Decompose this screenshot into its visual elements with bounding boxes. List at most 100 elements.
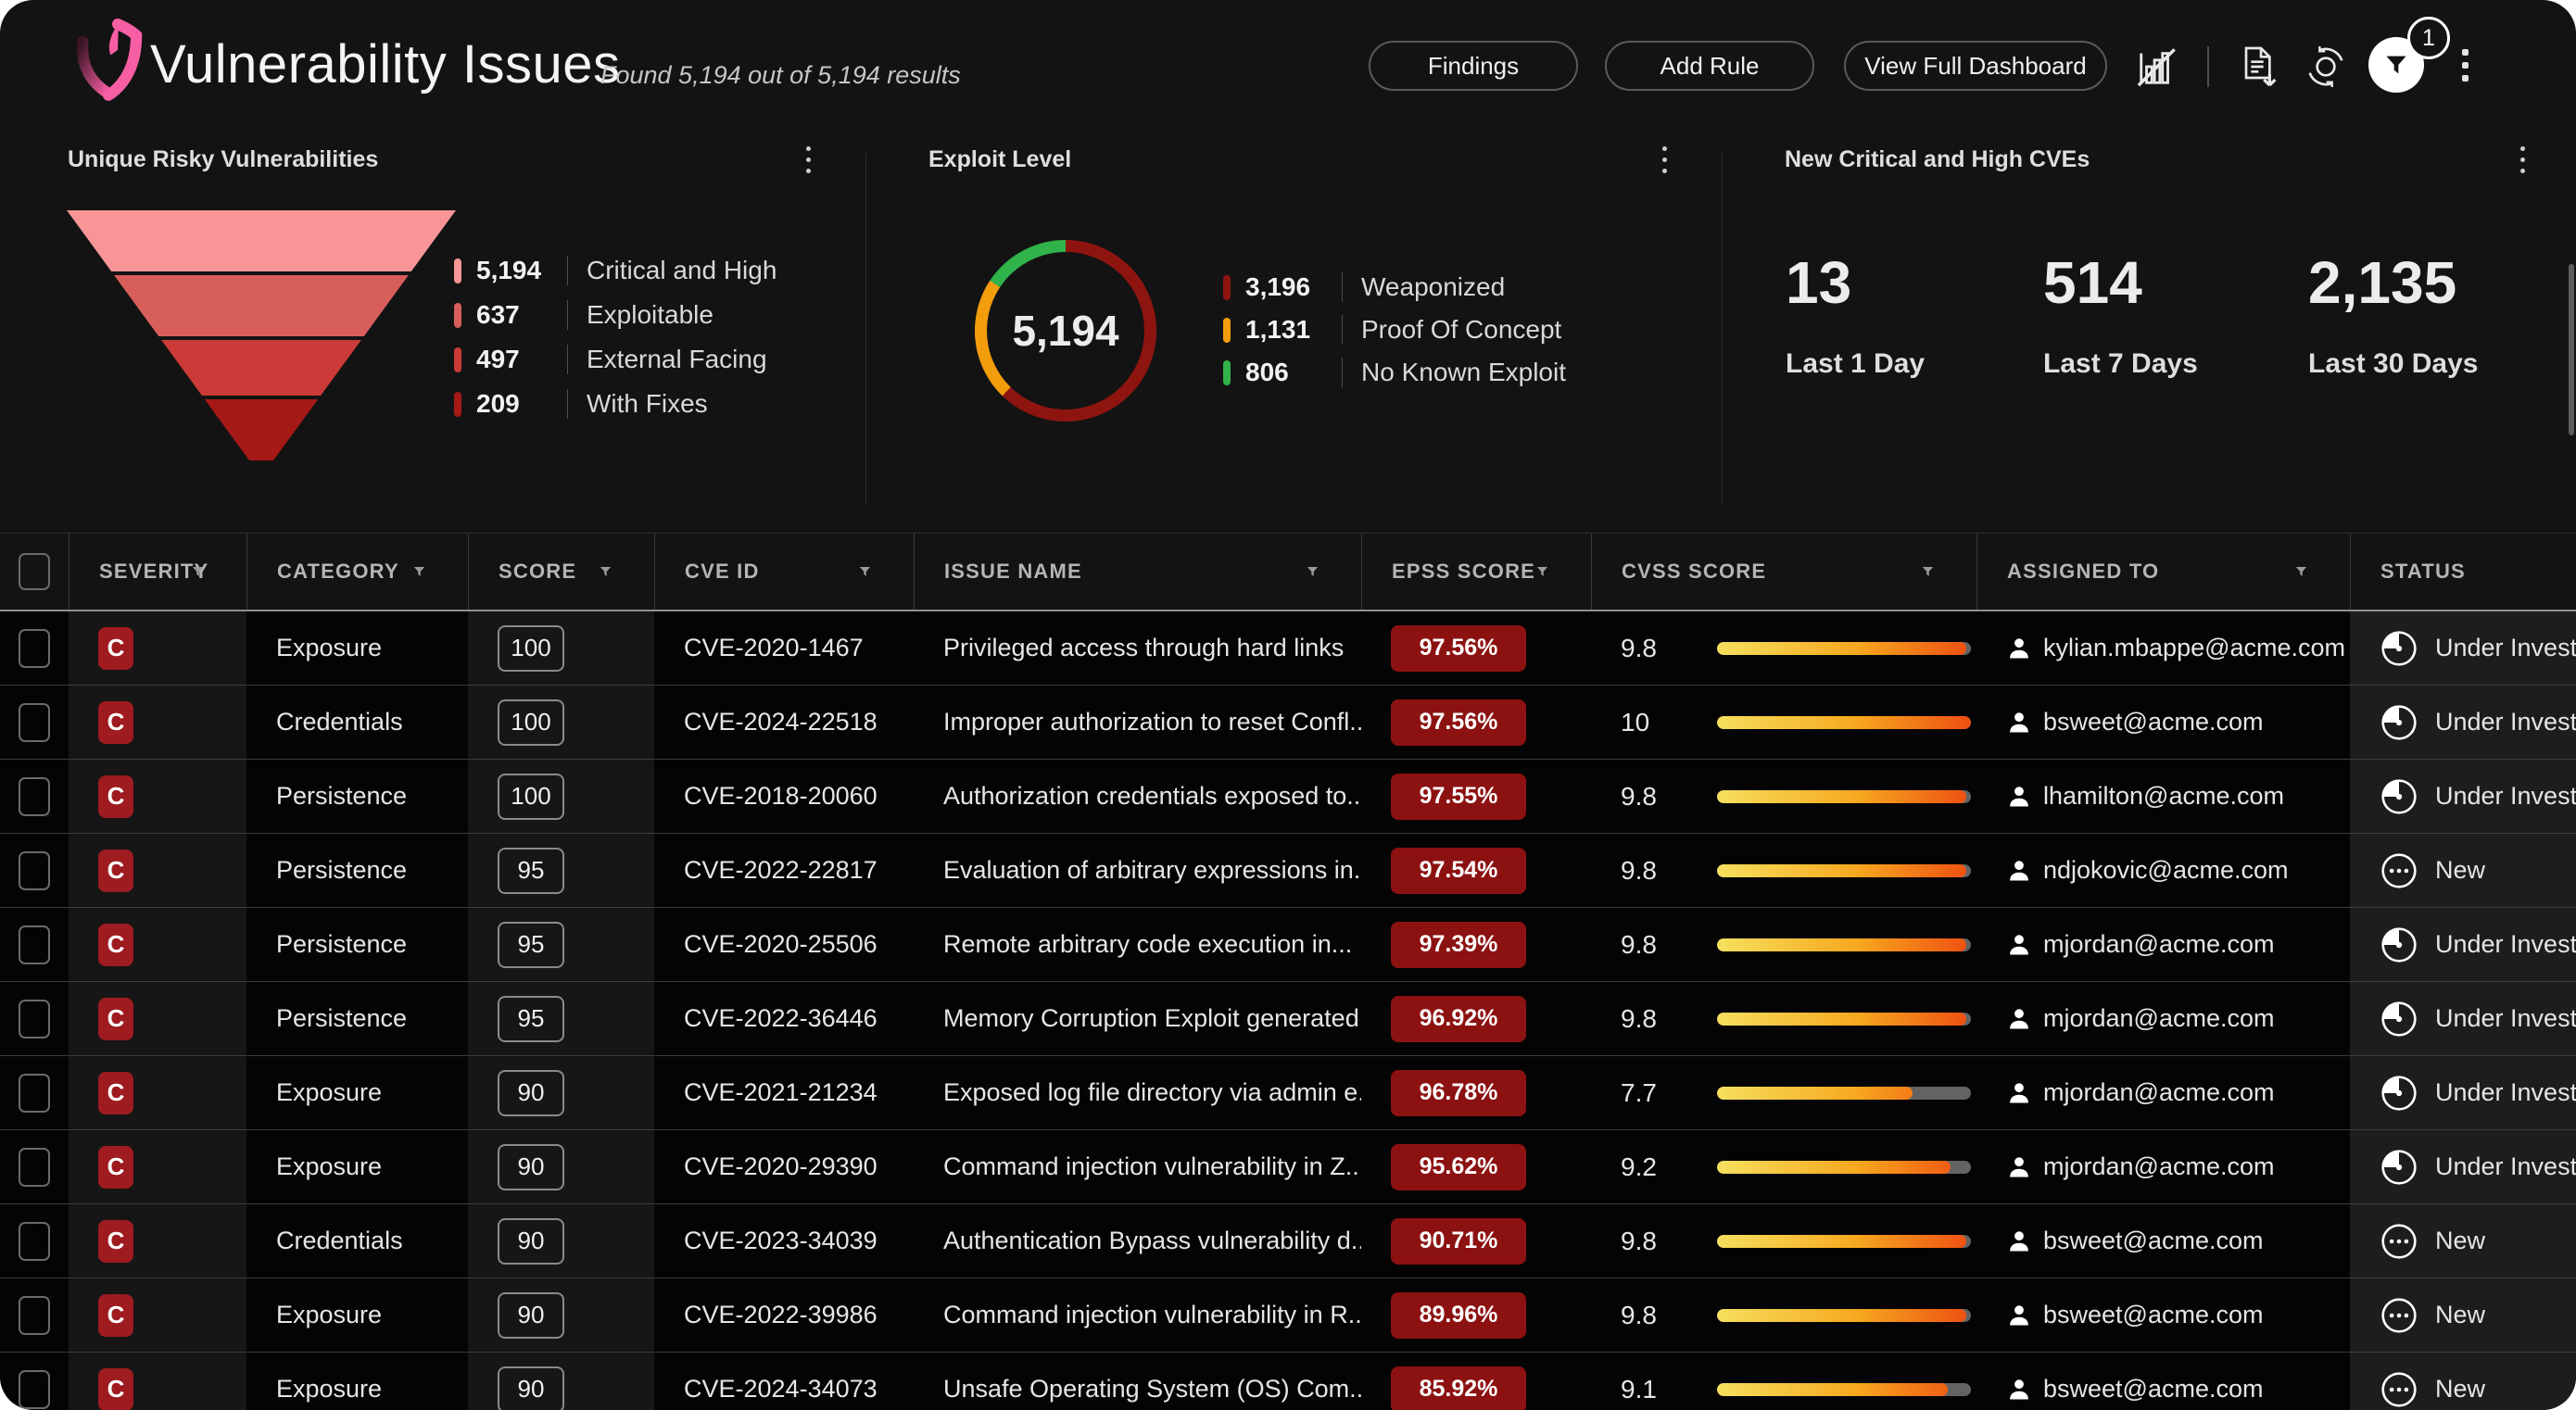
epss-score-badge: 96.92% (1391, 996, 1526, 1042)
kpi-value: 514 (2043, 248, 2198, 317)
cvss-score-bar (1717, 864, 1971, 877)
new-status-icon (2380, 1222, 2418, 1261)
row-checkbox[interactable] (19, 1000, 50, 1039)
add-rule-button[interactable]: Add Rule (1605, 41, 1814, 91)
column-header-cvss-score[interactable]: CVSS SCORE (1591, 534, 1976, 610)
vulnerability-dashboard: Vulnerability Issues Found 5,194 out of … (0, 0, 2576, 1410)
filter-icon[interactable] (1534, 565, 1550, 579)
exploit-panel-title: Exploit Level (928, 146, 1071, 173)
exploit-panel-menu[interactable] (1646, 139, 1683, 180)
epss-score-badge: 97.55% (1391, 774, 1526, 820)
filter-icon[interactable] (857, 565, 873, 579)
findings-button[interactable]: Findings (1369, 41, 1578, 91)
filter-icon[interactable] (1920, 565, 1936, 579)
cvss-score-cell: 9.8 (1591, 982, 1976, 1055)
column-header-score[interactable]: SCORE (468, 534, 654, 610)
status-cell: New (2350, 1204, 2576, 1278)
cve-id-label: CVE-2022-22817 (684, 856, 878, 885)
column-header-issue-name[interactable]: ISSUE NAME (914, 534, 1361, 610)
category-cell: Persistence (246, 760, 468, 833)
table-body: C Exposure 100 CVE-2020-1467 Privileged … (0, 611, 2576, 1410)
cves-panel-menu[interactable] (2504, 139, 2541, 180)
cve-id-label: CVE-2022-39986 (684, 1301, 878, 1329)
legend-divider (567, 389, 568, 419)
row-checkbox[interactable] (19, 703, 50, 742)
table-row[interactable]: C Exposure 90 CVE-2022-39986 Command inj… (0, 1278, 2576, 1353)
person-icon (2006, 1080, 2032, 1106)
row-checkbox[interactable] (19, 851, 50, 890)
column-header-severity[interactable]: SEVERITY (69, 534, 246, 610)
refresh-icon[interactable] (2304, 44, 2348, 89)
row-checkbox[interactable] (19, 1222, 50, 1261)
scrollbar-thumb[interactable] (2569, 264, 2574, 435)
category-cell: Persistence (246, 834, 468, 907)
legend-label: Critical and High (587, 256, 777, 285)
filter-icon[interactable] (190, 565, 206, 579)
row-checkbox[interactable] (19, 629, 50, 668)
table-row[interactable]: C Persistence 95 CVE-2020-25506 Remote a… (0, 908, 2576, 982)
row-select-cell (0, 982, 69, 1055)
row-select-cell (0, 1056, 69, 1129)
column-label: CVE ID (685, 560, 760, 584)
funnel-panel-menu[interactable] (789, 139, 827, 180)
more-menu-icon[interactable] (2443, 43, 2487, 87)
table-row[interactable]: C Credentials 100 CVE-2024-22518 Imprope… (0, 686, 2576, 760)
legend-divider (567, 345, 568, 374)
filter-icon[interactable] (411, 565, 427, 579)
table-row[interactable]: C Persistence 95 CVE-2022-36446 Memory C… (0, 982, 2576, 1056)
column-header-assigned-to[interactable]: ASSIGNED TO (1976, 534, 2350, 610)
row-checkbox[interactable] (19, 1074, 50, 1113)
new-status-icon (2380, 1296, 2418, 1335)
cvss-score-bar-fill (1717, 790, 1966, 803)
column-header-cve-id[interactable]: CVE ID (654, 534, 914, 610)
view-full-dashboard-button[interactable]: View Full Dashboard (1844, 41, 2107, 91)
filter-icon[interactable] (1305, 565, 1320, 579)
cvss-score-value: 9.8 (1621, 782, 1686, 812)
table-row[interactable]: C Persistence 95 CVE-2022-22817 Evaluati… (0, 834, 2576, 908)
table-row[interactable]: C Exposure 90 CVE-2020-29390 Command inj… (0, 1130, 2576, 1204)
table-row[interactable]: C Exposure 100 CVE-2020-1467 Privileged … (0, 611, 2576, 686)
column-header-epss-score[interactable]: EPSS SCORE (1361, 534, 1591, 610)
row-checkbox[interactable] (19, 925, 50, 964)
under-investigation-icon (2380, 703, 2418, 742)
person-icon (2006, 784, 2032, 810)
table-row[interactable]: C Exposure 90 CVE-2024-34073 Unsafe Oper… (0, 1353, 2576, 1410)
epss-score-cell: 90.71% (1361, 1204, 1591, 1278)
cvss-score-bar-fill (1717, 1013, 1966, 1026)
row-checkbox[interactable] (19, 1370, 50, 1409)
row-checkbox[interactable] (19, 777, 50, 816)
under-investigation-icon (2380, 629, 2418, 668)
epss-score-cell: 97.54% (1361, 834, 1591, 907)
score-chip: 90 (498, 1144, 564, 1190)
table-row[interactable]: C Exposure 90 CVE-2021-21234 Exposed log… (0, 1056, 2576, 1130)
legend-value: 637 (476, 300, 549, 330)
status-cell: Under Investigation (2350, 686, 2576, 759)
cve-id-label: CVE-2020-25506 (684, 930, 878, 959)
filter-icon[interactable] (598, 565, 613, 579)
cve-id-label: CVE-2022-36446 (684, 1004, 878, 1033)
toggle-charts-icon[interactable] (2135, 44, 2179, 89)
category-cell: Persistence (246, 908, 468, 981)
cve-id-cell: CVE-2024-22518 (654, 686, 914, 759)
table-row[interactable]: C Persistence 100 CVE-2018-20060 Authori… (0, 760, 2576, 834)
epss-score-cell: 97.39% (1361, 908, 1591, 981)
table-row[interactable]: C Credentials 90 CVE-2023-34039 Authenti… (0, 1204, 2576, 1278)
column-header-status[interactable]: STATUS (2350, 534, 2576, 610)
cvss-score-cell: 10 (1591, 686, 1976, 759)
severity-cell: C (69, 908, 246, 981)
cve-id-cell: CVE-2020-25506 (654, 908, 914, 981)
issue-name-cell: Improper authorization to reset Confl... (914, 686, 1361, 759)
issue-name-cell: Authentication Bypass vulnerability d... (914, 1204, 1361, 1278)
assigned-to-cell: mjordan@acme.com (1976, 1130, 2350, 1203)
person-icon (2006, 1154, 2032, 1180)
funnel-legend-item: 5,194 Critical and High (454, 256, 777, 285)
row-checkbox[interactable] (19, 1148, 50, 1187)
row-checkbox[interactable] (19, 1296, 50, 1335)
select-all-checkbox[interactable] (19, 553, 50, 590)
cvss-score-cell: 9.8 (1591, 1204, 1976, 1278)
cves-panel-title: New Critical and High CVEs (1785, 146, 2090, 173)
status-cell: Under Investigation (2350, 760, 2576, 833)
filter-icon[interactable] (2293, 565, 2309, 579)
export-icon[interactable] (2235, 44, 2279, 89)
column-header-category[interactable]: CATEGORY (246, 534, 468, 610)
